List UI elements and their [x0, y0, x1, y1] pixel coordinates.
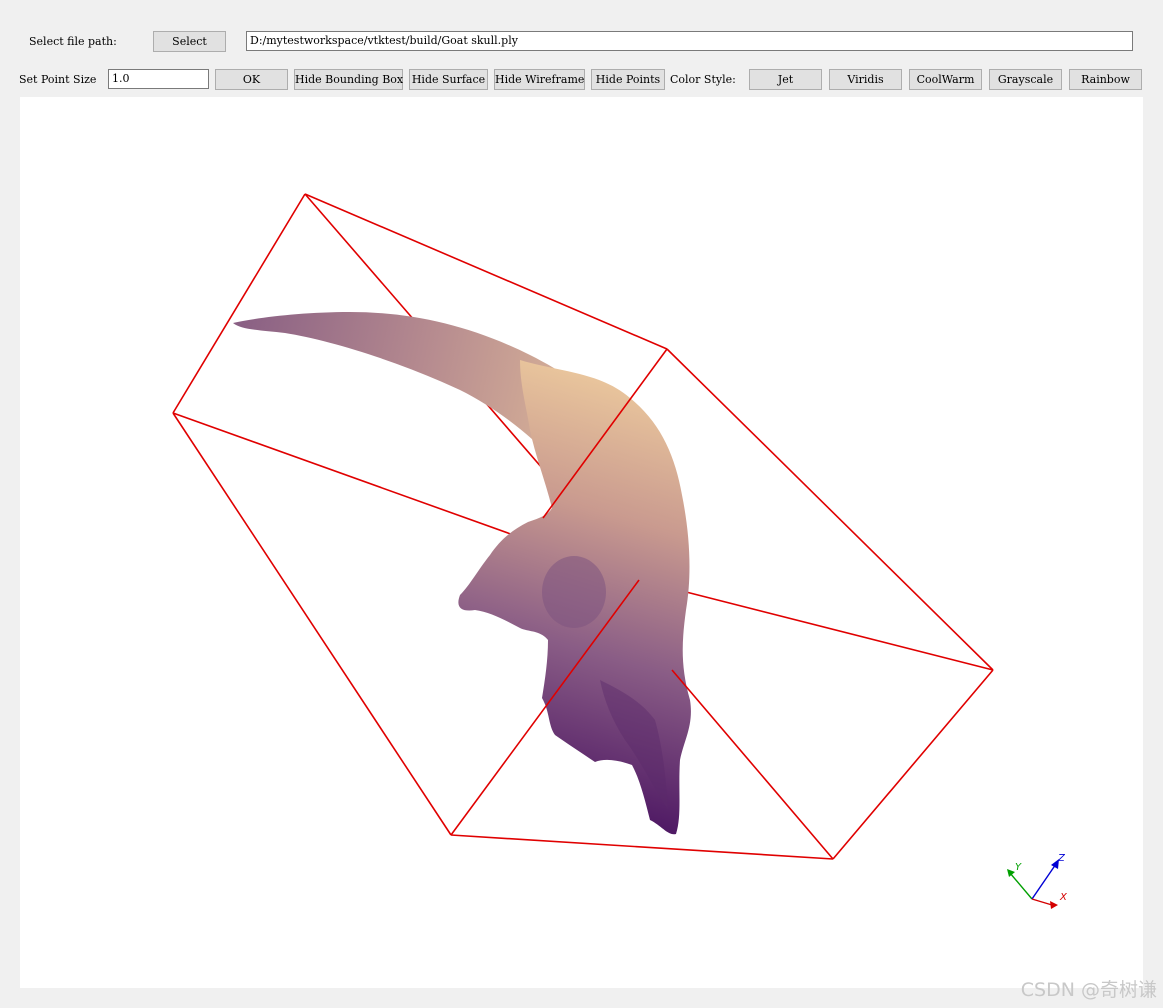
axis-x-line — [1031, 898, 1053, 906]
color-style-grayscale-button[interactable]: Grayscale — [989, 69, 1062, 90]
axis-y-label: Y — [1015, 862, 1022, 873]
axis-z-label: Z — [1057, 853, 1066, 864]
hide-points-button[interactable]: Hide Points — [591, 69, 665, 90]
hide-wireframe-button[interactable]: Hide Wireframe — [494, 69, 585, 90]
select-file-button[interactable]: Select — [153, 31, 226, 52]
skull-eye-socket — [542, 556, 606, 628]
render-scene: Y Z X — [172, 193, 1068, 909]
color-style-viridis-button[interactable]: Viridis — [829, 69, 902, 90]
color-style-label: Color Style: — [670, 73, 736, 86]
ok-button[interactable]: OK — [215, 69, 288, 90]
hide-surface-button[interactable]: Hide Surface — [409, 69, 488, 90]
color-style-jet-button[interactable]: Jet — [749, 69, 822, 90]
render-viewport[interactable]: Y Z X — [20, 97, 1143, 988]
watermark: CSDN @奇树谦 — [1020, 979, 1157, 1001]
point-size-label: Set Point Size — [19, 73, 97, 86]
file-path-label: Select file path: — [29, 35, 117, 48]
color-style-rainbow-button[interactable]: Rainbow — [1069, 69, 1142, 90]
goat-skull-model — [233, 312, 691, 835]
hide-bounding-box-button[interactable]: Hide Bounding Box — [294, 69, 403, 90]
file-path-field[interactable]: D:/mytestworkspace/vtktest/build/Goat sk… — [246, 31, 1133, 51]
axis-x-label: X — [1059, 892, 1068, 903]
color-style-coolwarm-button[interactable]: CoolWarm — [909, 69, 982, 90]
axis-x-arrow-icon — [1050, 901, 1058, 909]
axis-y-line — [1009, 872, 1033, 900]
axis-z-line — [1031, 863, 1057, 900]
axis-y-arrow-icon — [1007, 869, 1015, 877]
orientation-axes: Y Z X — [1007, 853, 1068, 909]
point-size-input[interactable]: 1.0 — [108, 69, 209, 89]
